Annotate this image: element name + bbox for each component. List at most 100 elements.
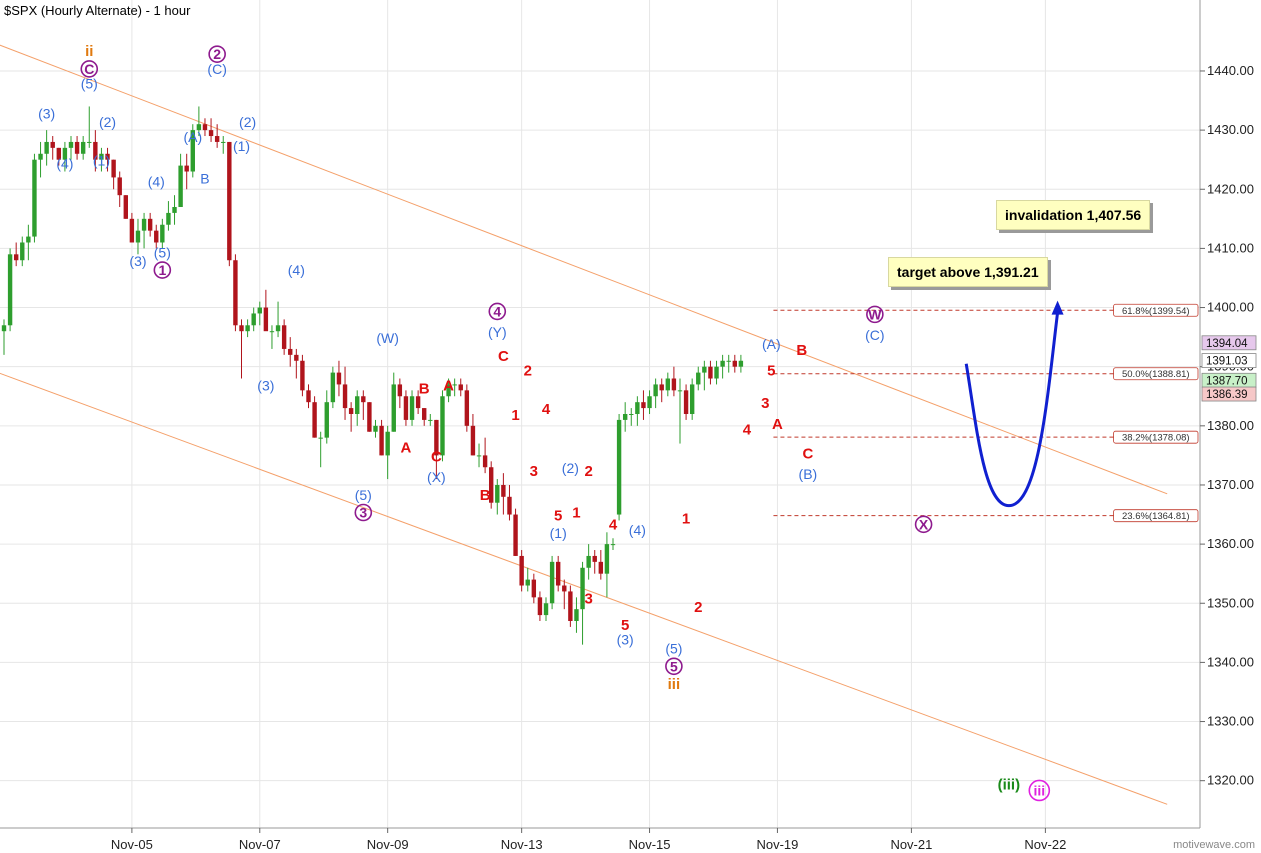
candle-body [166, 212, 171, 225]
wave-label: 3 [584, 590, 592, 607]
source-credit: motivewave.com [1173, 839, 1255, 851]
y-tick-label: 1360.00 [1207, 536, 1254, 551]
candle-body [318, 437, 323, 439]
x-tick-label: Nov-22 [1024, 837, 1066, 852]
wave-label: (iii) [998, 777, 1021, 794]
candle-body [1, 325, 7, 332]
wave-label: 2 [584, 463, 592, 480]
candle-body [464, 390, 470, 426]
wave-label: (A) [762, 336, 781, 352]
candle-body [26, 236, 31, 243]
wave-label: 4 [542, 401, 551, 418]
candle-body [38, 153, 43, 160]
candle-body [647, 396, 652, 409]
wave-label: 4 [493, 303, 501, 319]
y-tick-label: 1410.00 [1207, 240, 1254, 255]
candle-body [263, 307, 269, 332]
wave-label: A [772, 416, 783, 433]
candle-body [294, 354, 299, 361]
chart-title: $SPX (Hourly Alternate) - 1 hour [4, 3, 191, 18]
wave-label: 2 [213, 46, 221, 62]
candle-body [616, 419, 622, 515]
candle-body [525, 579, 530, 586]
wave-label: (4) [148, 173, 165, 189]
candle-body [233, 260, 238, 326]
wave-label: C [431, 448, 442, 465]
grid [0, 0, 1200, 828]
y-tick-label: 1380.00 [1207, 418, 1254, 433]
projection-path [964, 300, 1064, 508]
candle-body [184, 165, 189, 172]
candle-body [422, 408, 427, 420]
candle-body [379, 425, 384, 456]
wave-label: B [796, 342, 807, 359]
wave-label: (3) [257, 377, 274, 393]
fib-level-label: 23.6%(1364.81) [1122, 511, 1190, 522]
candle-body [361, 396, 366, 403]
x-tick-label: Nov-05 [111, 837, 153, 852]
wave-label: (5) [154, 244, 171, 260]
candle-body [415, 396, 421, 409]
wave-label: B [480, 487, 491, 504]
wave-label: 3 [761, 395, 769, 412]
candle-body [696, 372, 701, 385]
candle-body [409, 396, 415, 420]
wave-labels: iiC(5)(3)(2)(4) (1)(4) B(A)(3)(5)12(C)(2)(… [38, 43, 1051, 802]
wave-label: (3) [617, 632, 634, 648]
wave-label: 1 [511, 407, 519, 424]
candle-body [221, 141, 226, 143]
candle-body [239, 325, 244, 332]
candle-body [300, 360, 305, 391]
candle-body [598, 561, 604, 574]
candle-body [562, 585, 567, 592]
candle-body [641, 402, 646, 409]
candle-body [141, 218, 147, 231]
fib-level-label: 50.0%(1388.81) [1122, 369, 1190, 380]
candle-body [568, 591, 573, 621]
candle-body [74, 141, 80, 154]
wave-label: (C) [207, 61, 226, 77]
candle-body [355, 396, 360, 414]
candle-body [342, 384, 348, 409]
candle-body [306, 390, 311, 403]
wave-label: 1 [572, 505, 580, 522]
wave-label: (C) [865, 327, 884, 343]
wave-label: (1) [93, 153, 110, 169]
price-flag-label: 1386.39 [1206, 389, 1248, 401]
candle-body [622, 414, 628, 420]
candle-body [629, 414, 634, 415]
candle-body [537, 597, 543, 616]
price-flag-label: 1387.70 [1206, 375, 1248, 387]
candle-body [111, 159, 116, 178]
candle-body [7, 254, 13, 326]
candle-body [50, 141, 55, 148]
candle-body [586, 555, 591, 568]
candle-body [281, 325, 287, 349]
candle-body [470, 425, 476, 456]
candle-body [117, 177, 122, 196]
candle-body [202, 124, 208, 131]
wave-label: 5 [670, 658, 678, 674]
wave-label: (A) [183, 129, 202, 145]
wave-label: ii [85, 43, 93, 60]
wave-label: B [419, 380, 430, 397]
y-tick-label: 1400.00 [1207, 300, 1254, 315]
candle-body [592, 555, 597, 562]
wave-label: (X) [427, 469, 446, 485]
candle-body [610, 544, 616, 546]
candle-body [13, 254, 19, 261]
candle-body [348, 408, 354, 414]
x-tick-label: Nov-21 [890, 837, 932, 852]
candle-body [665, 378, 671, 391]
candle-body [208, 130, 214, 137]
candle-body [440, 396, 445, 456]
candle-body [80, 141, 86, 154]
candle-body [275, 325, 281, 332]
chart-canvas: 61.8%(1399.54) 50.0%(1388.81) 38.2%(1378.0… [0, 0, 1257, 852]
wave-label: 1 [682, 510, 690, 527]
wave-label: (2) [239, 114, 256, 130]
candle-body [671, 378, 677, 391]
target-note: target above 1,391.21 [888, 257, 1048, 287]
candle-body [531, 579, 537, 598]
candle-body [269, 331, 275, 333]
